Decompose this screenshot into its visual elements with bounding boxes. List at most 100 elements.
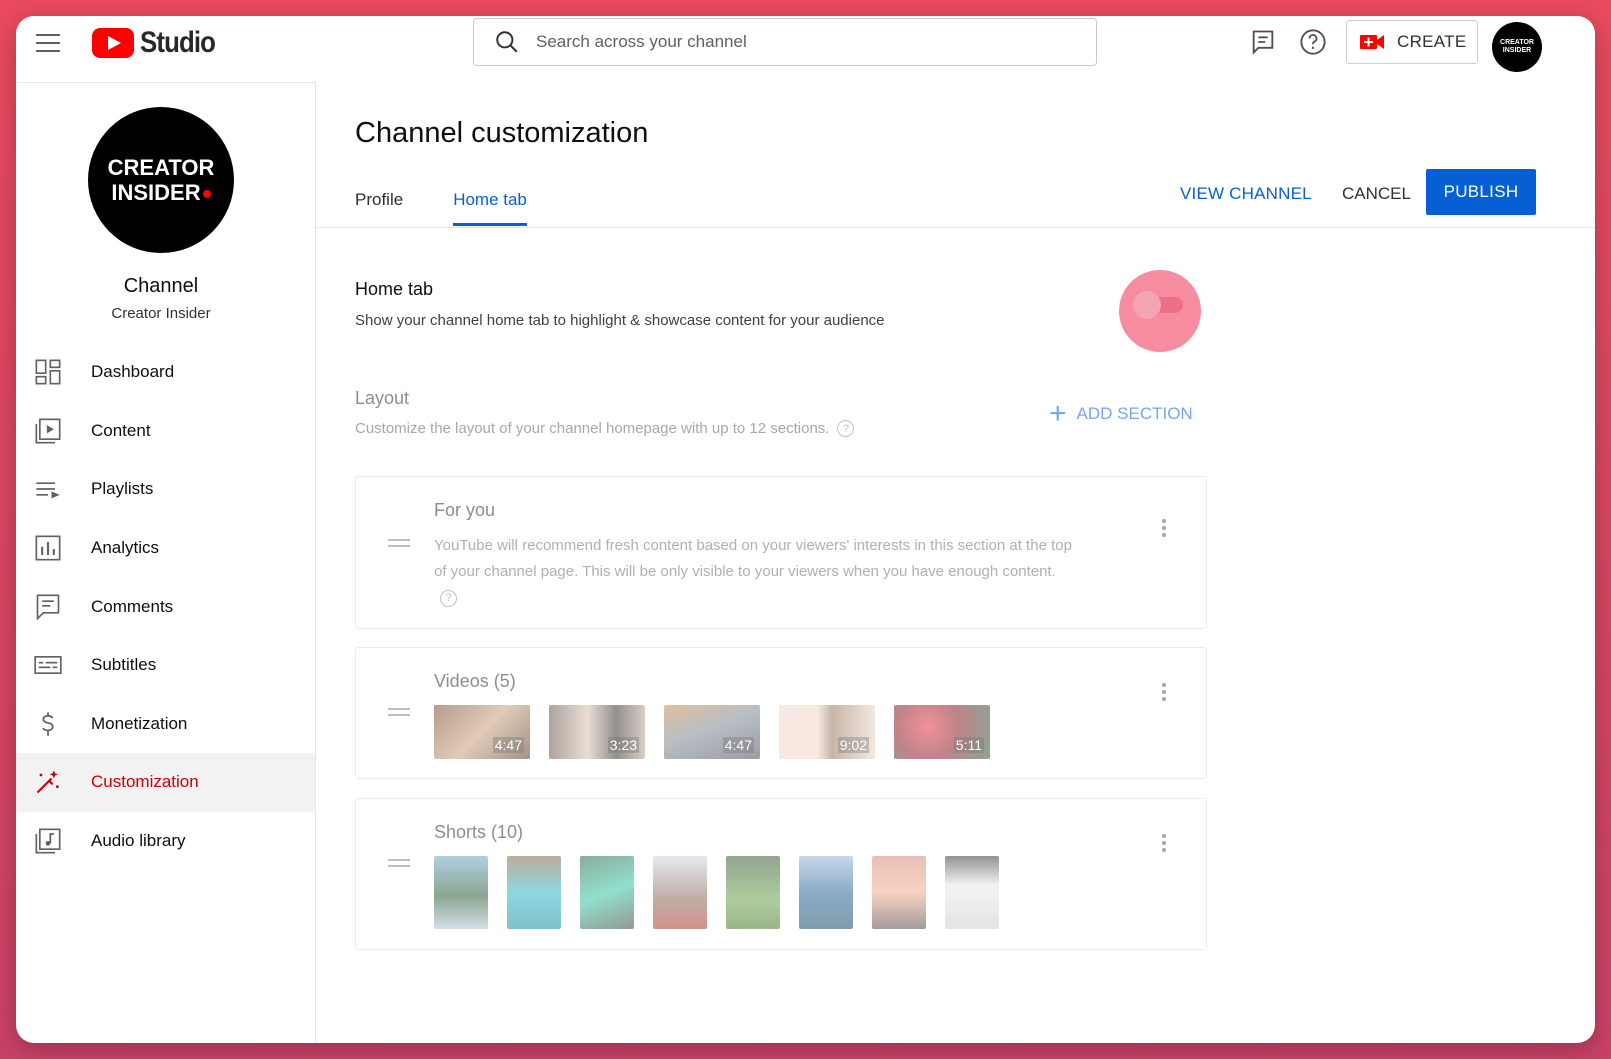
shorts-thumbnails [434,856,1018,929]
account-avatar[interactable]: CREATOR INSIDER [1492,22,1542,72]
channel-avatar-line1: CREATOR [107,155,215,180]
top-bar: Studio Search across your channel CREATE… [16,16,1595,82]
more-options-icon[interactable] [1162,683,1166,701]
logo-text: Studio [140,26,216,59]
layout-description-row: Customize the layout of your channel hom… [355,420,855,437]
tab-profile[interactable]: Profile [355,190,403,226]
sidebar-item-label: Dashboard [91,362,175,382]
tab-home-tab[interactable]: Home tab [453,190,527,226]
short-thumbnail[interactable] [580,856,634,929]
comments-icon [36,594,60,621]
video-duration: 3:23 [607,737,639,753]
video-duration: 9:02 [837,737,869,753]
drag-handle-icon[interactable] [388,708,410,716]
channel-avatar[interactable]: CREATOR INSIDER [88,107,234,253]
publish-button[interactable]: PUBLISH [1426,169,1536,215]
search-icon [496,31,518,53]
sidebar-item-comments[interactable]: Comments [16,577,315,636]
short-thumbnail[interactable] [507,856,561,929]
page-title: Channel customization [355,117,649,149]
studio-logo[interactable]: Studio [92,26,227,60]
sidebar-item-label: Customization [91,772,199,792]
analytics-icon [35,535,61,561]
video-duration: 4:47 [492,737,524,753]
more-options-icon[interactable] [1162,834,1166,852]
more-options-icon[interactable] [1162,519,1166,537]
content-icon [35,418,61,444]
short-thumbnail[interactable] [799,856,853,929]
layout-heading: Layout [355,388,410,408]
sidebar-item-label: Content [91,420,151,440]
sidebar-item-label: Playlists [91,479,154,499]
video-camera-icon [1360,35,1384,49]
video-duration: 5:11 [953,737,984,753]
view-channel-button[interactable]: VIEW CHANNEL [1180,184,1312,204]
video-thumbnails: 4:47 3:23 4:47 9:02 5:11 [434,705,1009,759]
channel-name: Creator Insider [111,305,211,322]
section-card-shorts[interactable]: Shorts (10) [355,798,1207,950]
sidebar-item-playlists[interactable]: Playlists [16,460,315,519]
video-thumbnail[interactable]: 9:02 [779,705,875,759]
add-section-label: ADD SECTION [1076,404,1193,423]
help-circle-icon[interactable]: ? [440,589,457,607]
customization-icon [36,770,59,794]
sidebar-nav: Dashboard Content Playlists Analytics Co… [16,343,315,870]
sidebar-item-analytics[interactable]: Analytics [16,519,315,578]
help-icon[interactable] [1299,28,1327,56]
short-thumbnail[interactable] [872,856,926,929]
video-thumbnail[interactable]: 4:47 [434,705,530,759]
sidebar-item-label: Monetization [91,713,188,733]
home-tab-heading: Home tab [355,279,434,299]
sidebar-item-dashboard[interactable]: Dashboard [16,343,315,402]
studio-window: Studio Search across your channel CREATE… [16,16,1595,1043]
channel-avatar-line2: INSIDER [111,180,201,205]
video-thumbnail[interactable]: 5:11 [894,705,990,759]
sidebar-item-audio-library[interactable]: Audio library [16,812,315,871]
drag-handle-icon[interactable] [388,539,410,547]
channel-title: Channel [123,275,199,297]
layout-description: Customize the layout of your channel hom… [355,420,830,437]
channel-avatar-line2-wrap: INSIDER [111,180,211,205]
create-button[interactable]: CREATE [1346,20,1478,64]
sidebar-item-content[interactable]: Content [16,402,315,461]
sidebar-item-monetization[interactable]: Monetization [16,695,315,754]
menu-icon[interactable] [36,34,60,52]
tab-divider [317,227,1595,228]
monetization-icon [42,712,54,736]
sidebar-item-subtitles[interactable]: Subtitles [16,636,315,695]
section-card-videos[interactable]: Videos (5) 4:47 3:23 4:47 9:02 5:11 [355,647,1207,779]
sidebar-item-label: Subtitles [91,655,157,675]
red-dot-icon [202,190,211,199]
search-bar[interactable]: Search across your channel [473,18,1097,66]
plus-icon: + [1049,397,1067,430]
short-thumbnail[interactable] [726,856,780,929]
cancel-button[interactable]: CANCEL [1342,184,1411,204]
subtitles-icon [34,656,62,675]
youtube-logo-icon [92,28,134,58]
drag-handle-icon[interactable] [388,859,410,867]
sidebar-item-label: Comments [91,596,174,616]
video-thumbnail[interactable]: 4:47 [664,705,760,759]
video-thumbnail[interactable]: 3:23 [549,705,645,759]
create-label: CREATE [1397,32,1467,51]
sidebar-item-label: Audio library [91,831,186,851]
video-duration: 4:47 [722,737,754,753]
audio-library-icon [35,828,61,854]
main-panel: Channel customization Profile Home tab V… [317,82,1595,1043]
sidebar-item-label: Analytics [91,538,160,558]
sidebar-item-customization[interactable]: Customization [16,753,315,812]
short-thumbnail[interactable] [653,856,707,929]
playlists-icon [36,482,60,499]
home-tab-toggle-knob[interactable] [1133,291,1161,319]
section-card-for-you[interactable]: For you YouTube will recommend fresh con… [355,476,1207,629]
section-description-text: YouTube will recommend fresh content bas… [434,537,1072,580]
feedback-icon[interactable] [1249,28,1277,56]
short-thumbnail[interactable] [945,856,999,929]
dashboard-icon [35,359,61,385]
section-description: YouTube will recommend fresh content bas… [434,533,1074,611]
sidebar: CREATOR INSIDER Channel Creator Insider … [16,82,316,1043]
short-thumbnail[interactable] [434,856,488,929]
help-circle-icon[interactable]: ? [837,420,855,437]
add-section-button[interactable]: + ADD SECTION [1049,397,1193,430]
section-title: For you [434,500,496,520]
